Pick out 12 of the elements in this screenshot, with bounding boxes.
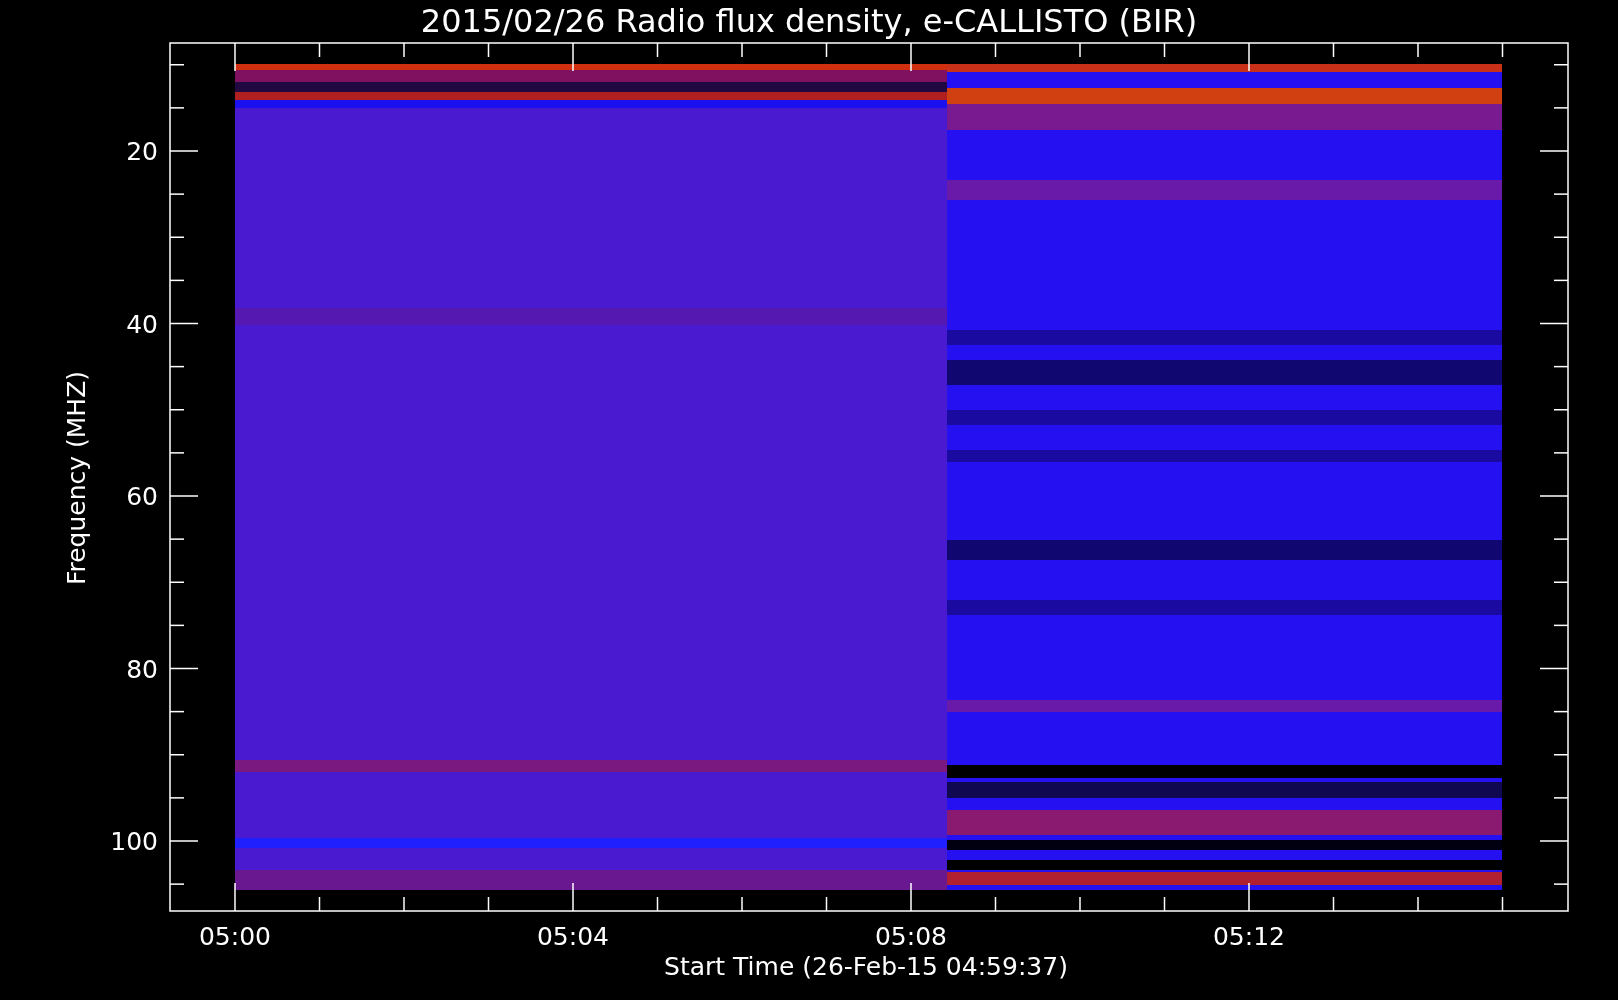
- y-tick-label: 20: [126, 137, 158, 166]
- x-tick-label: 05:00: [199, 922, 271, 951]
- y-tick-label: 100: [110, 827, 158, 856]
- y-axis-label: Frequency (MHZ): [62, 370, 91, 586]
- x-tick-label: 05:12: [1213, 922, 1285, 951]
- y-tick-label: 80: [126, 654, 158, 684]
- y-tick-label: 60: [126, 482, 158, 511]
- chart-title: 2015/02/26 Radio flux density, e-CALLISTO (BIR): [420, 2, 1198, 40]
- x-tick-label: 05:08: [875, 922, 947, 951]
- x-tick-label: 05:04: [537, 922, 609, 951]
- x-axis-label: Start Time (26-Feb-15 04:59:37): [664, 952, 1068, 981]
- y-tick-label: 40: [126, 309, 158, 339]
